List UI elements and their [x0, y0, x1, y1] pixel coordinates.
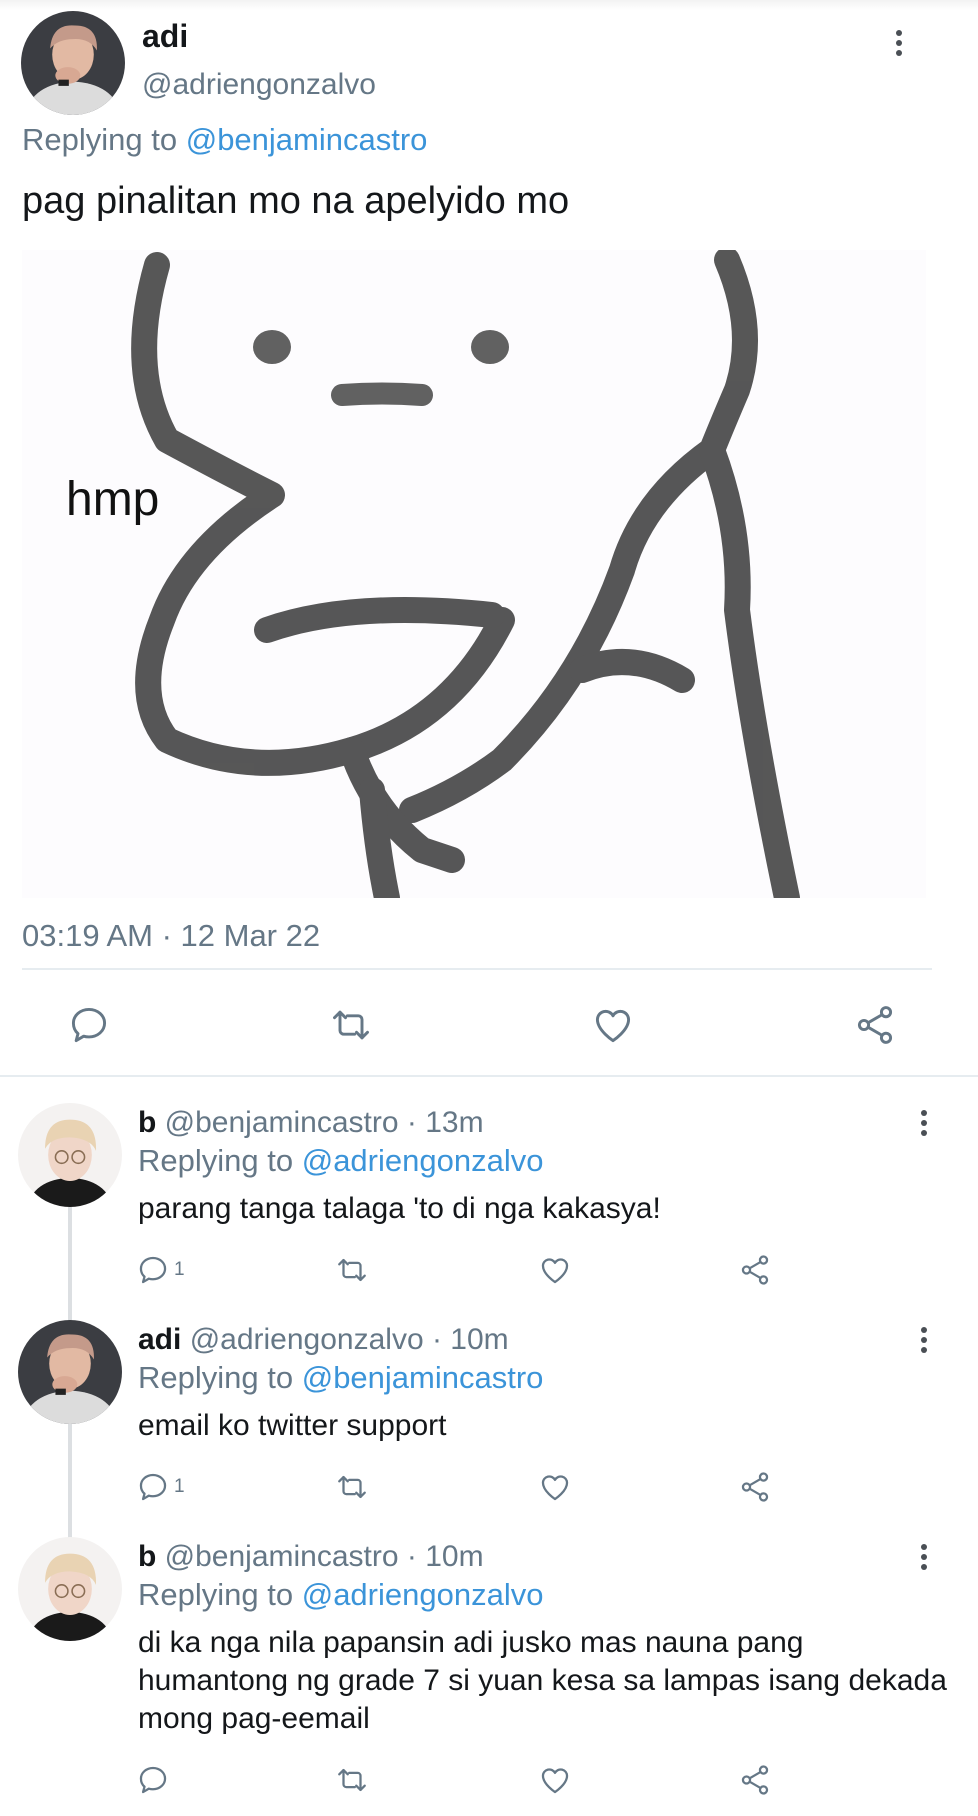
- reply-icon: [139, 1473, 167, 1501]
- reply-icon: [139, 1256, 167, 1284]
- replying-to-mention[interactable]: @benjamincastro: [302, 1360, 544, 1395]
- reply-button[interactable]: [136, 1762, 170, 1798]
- replying-to-label: Replying to: [138, 1577, 294, 1612]
- reply-text: di ka nga nila papansin adi jusko mas na…: [138, 1626, 947, 1735]
- author-name[interactable]: adi: [138, 1323, 181, 1356]
- section-divider: [0, 1075, 978, 1077]
- replying-to-label: Replying to: [138, 1143, 294, 1178]
- reply-icon[interactable]: [67, 1003, 111, 1047]
- share-icon[interactable]: [853, 1003, 897, 1047]
- relative-time[interactable]: · 13m: [407, 1106, 484, 1139]
- reply-count: 1: [174, 1259, 185, 1280]
- retweet-icon[interactable]: [335, 1469, 369, 1505]
- image-caption-text: hmp: [66, 473, 160, 526]
- retweet-icon[interactable]: [329, 1003, 373, 1047]
- author-handle[interactable]: @benjamincastro: [165, 1540, 399, 1573]
- reply-button[interactable]: 1: [136, 1469, 185, 1505]
- meme-drawing: [131, 250, 800, 898]
- avatar[interactable]: [18, 1537, 122, 1641]
- avatar-image-adi: [21, 11, 125, 115]
- retweet-icon[interactable]: [335, 1762, 369, 1798]
- avatar-image-b: [18, 1537, 122, 1641]
- share-icon[interactable]: [738, 1252, 772, 1288]
- replying-to-label: Replying to: [22, 122, 178, 157]
- like-icon[interactable]: [538, 1762, 572, 1798]
- relative-time[interactable]: · 10m: [432, 1323, 509, 1356]
- avatar-image-b: [18, 1103, 122, 1207]
- reply-count: 1: [174, 1476, 185, 1497]
- more-options-icon[interactable]: [887, 26, 911, 60]
- avatar[interactable]: [21, 11, 125, 115]
- like-icon[interactable]: [538, 1469, 572, 1505]
- reply-header: adi @adriengonzalvo · 10m: [138, 1323, 509, 1357]
- thread-line: [68, 1424, 72, 1542]
- more-options-icon[interactable]: [912, 1540, 936, 1574]
- reply-text: parang tanga talaga 'to di nga kakasya!: [138, 1192, 661, 1225]
- top-edge-shadow: [0, 0, 978, 10]
- reply-button[interactable]: 1: [136, 1252, 185, 1288]
- author-name[interactable]: adi: [142, 18, 188, 55]
- divider: [22, 968, 932, 970]
- replying-to-label: Replying to: [138, 1360, 294, 1395]
- like-icon[interactable]: [591, 1003, 635, 1047]
- reply-text: email ko twitter support: [138, 1409, 447, 1442]
- author-handle[interactable]: @adriengonzalvo: [190, 1323, 424, 1356]
- replying-to-mention[interactable]: @benjamincastro: [186, 122, 428, 157]
- author-handle[interactable]: @adriengonzalvo: [142, 68, 376, 102]
- replying-to: Replying to @adriengonzalvo: [138, 1143, 543, 1179]
- author-name[interactable]: b: [138, 1106, 156, 1139]
- tweet-text: pag pinalitan mo na apelyido mo: [22, 180, 570, 222]
- avatar[interactable]: [18, 1320, 122, 1424]
- author-name[interactable]: b: [138, 1540, 156, 1573]
- replying-to: Replying to @benjamincastro: [138, 1360, 543, 1396]
- avatar[interactable]: [18, 1103, 122, 1207]
- replying-to-mention[interactable]: @adriengonzalvo: [302, 1143, 544, 1178]
- thread-line: [68, 1206, 72, 1324]
- tweet-timestamp[interactable]: 03:19 AM · 12 Mar 22: [22, 918, 320, 954]
- tweet-media-image[interactable]: [22, 250, 926, 898]
- replying-to: Replying to @adriengonzalvo: [138, 1577, 543, 1613]
- avatar-image-adi: [18, 1320, 122, 1424]
- reply-header: b @benjamincastro · 10m: [138, 1540, 484, 1574]
- author-handle[interactable]: @benjamincastro: [165, 1106, 399, 1139]
- share-icon[interactable]: [738, 1469, 772, 1505]
- more-options-icon[interactable]: [912, 1106, 936, 1140]
- replying-to: Replying to @benjamincastro: [22, 122, 427, 158]
- reply-icon: [139, 1766, 167, 1794]
- retweet-icon[interactable]: [335, 1252, 369, 1288]
- relative-time[interactable]: · 10m: [407, 1540, 484, 1573]
- like-icon[interactable]: [538, 1252, 572, 1288]
- reply-header: b @benjamincastro · 13m: [138, 1106, 484, 1140]
- replying-to-mention[interactable]: @adriengonzalvo: [302, 1577, 544, 1612]
- share-icon[interactable]: [738, 1762, 772, 1798]
- more-options-icon[interactable]: [912, 1323, 936, 1357]
